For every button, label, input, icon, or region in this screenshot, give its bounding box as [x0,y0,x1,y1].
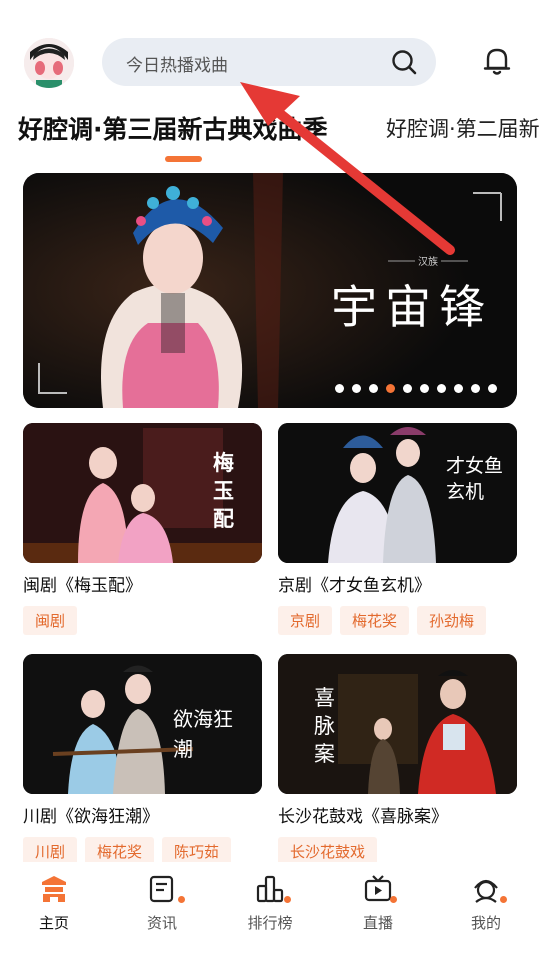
card-thumbnail: 喜脉案 [278,654,517,794]
top-header: 今日热播戏曲 [0,0,540,100]
carousel-dot[interactable] [420,384,429,393]
notification-bell-icon[interactable] [480,44,514,78]
live-icon [364,875,392,902]
carousel-dot[interactable] [437,384,446,393]
ranking-icon [256,875,284,903]
profile-icon [474,879,498,903]
news-icon [149,875,174,903]
carousel-dot[interactable] [454,384,463,393]
card-thumbnail: 才女鱼玄机 [278,423,517,563]
nav-label: 直播 [362,914,393,932]
tag[interactable]: 梅花奖 [340,606,410,635]
nav-badge-dot [390,896,397,903]
nav-live[interactable]: 直播 [324,862,432,960]
nav-badge-dot [178,896,185,903]
carousel-dot[interactable] [335,384,344,393]
carousel-dot[interactable] [386,384,395,393]
card-calligraphy: 喜脉案 [314,686,335,766]
card-title: 京剧《才女鱼玄机》 [278,576,431,596]
card-calligraphy: 才女鱼玄机 [446,455,504,503]
tag[interactable]: 闽剧 [23,606,78,635]
search-icon[interactable] [390,48,418,76]
bottom-navigation: 主页 资讯 排行榜 直播 我的 [0,862,540,960]
carousel-dot[interactable] [403,384,412,393]
carousel-dot[interactable] [352,384,361,393]
card-tags: 闽剧 [23,606,262,635]
card-calligraphy: 梅玉配 [213,450,234,531]
tab-indicator [165,156,202,162]
nav-label: 资讯 [146,914,177,932]
nav-home[interactable]: 主页 [0,862,108,960]
nav-ranking[interactable]: 排行榜 [216,862,324,960]
category-tabs: 好腔调·第三届新古典戏曲季 好腔调·第二届新古 [0,104,540,164]
search-placeholder: 今日热播戏曲 [126,56,228,76]
card-title: 长沙花鼓戏《喜脉案》 [278,807,448,827]
carousel-indicator [335,384,497,393]
program-card-3[interactable]: 欲海狂潮 川剧《欲海狂潮》 川剧 梅花奖 陈巧茹 [23,654,262,866]
card-thumbnail: 欲海狂潮 [23,654,262,794]
user-avatar[interactable] [24,38,74,88]
carousel-dot[interactable] [488,384,497,393]
tag[interactable]: 孙劲梅 [417,606,487,635]
card-thumbnail: 梅玉配 [23,423,262,563]
nav-badge-dot [500,896,507,903]
nav-label: 我的 [470,914,501,932]
banner-subtitle: 汉族 [418,257,438,268]
hero-banner[interactable]: 汉族 宇宙锋 [23,173,517,408]
card-title: 闽剧《梅玉配》 [23,576,142,596]
program-card-4[interactable]: 喜脉案 长沙花鼓戏《喜脉案》 长沙花鼓戏 [278,654,517,866]
search-bar[interactable]: 今日热播戏曲 [102,38,436,86]
nav-news[interactable]: 资讯 [108,862,216,960]
tag[interactable]: 京剧 [278,606,333,635]
card-calligraphy: 欲海狂潮 [173,707,233,761]
tab-active-season[interactable]: 好腔调·第三届新古典戏曲季 [18,110,328,146]
home-icon [42,876,66,902]
nav-badge-dot [284,896,291,903]
carousel-dot[interactable] [471,384,480,393]
tab-second-season[interactable]: 好腔调·第二届新古 [386,113,540,143]
banner-title: 宇宙锋 [331,280,493,334]
carousel-dot[interactable] [369,384,378,393]
nav-label: 排行榜 [247,914,293,932]
card-tags: 京剧 梅花奖 孙劲梅 [278,606,517,635]
nav-label: 主页 [38,914,69,932]
nav-profile[interactable]: 我的 [432,862,540,960]
card-title: 川剧《欲海狂潮》 [23,807,159,827]
program-card-2[interactable]: 才女鱼玄机 京剧《才女鱼玄机》 京剧 梅花奖 孙劲梅 [278,423,517,635]
program-card-1[interactable]: 梅玉配 闽剧《梅玉配》 闽剧 [23,423,262,635]
